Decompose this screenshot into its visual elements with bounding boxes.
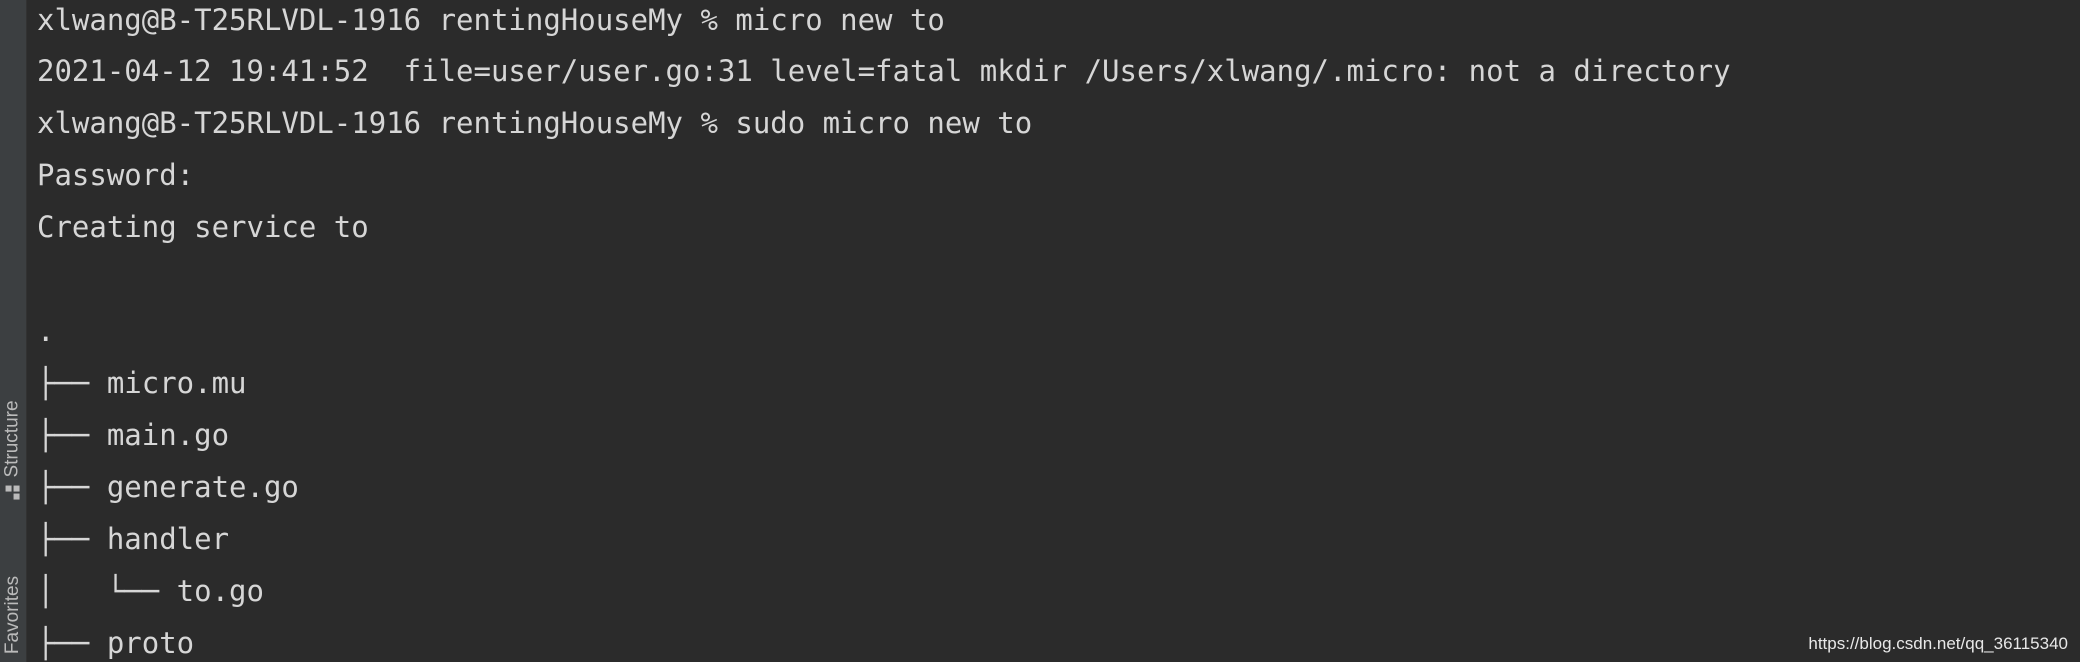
terminal-line: xlwang@B-T25RLVDL-1916 rentingHouseMy % … (37, 3, 945, 37)
terminal-line: ├── micro.mu (37, 366, 247, 400)
terminal-line: 2021-04-12 19:41:52 file=user/user.go:31… (37, 54, 1731, 88)
terminal-line: xlwang@B-T25RLVDL-1916 rentingHouseMy % … (37, 106, 1033, 140)
terminal-output[interactable]: xlwang@B-T25RLVDL-1916 rentingHouseMy % … (37, 0, 2080, 662)
ide-window: Structure Favorites xlwang@B-T25RLVDL-19… (0, 0, 2080, 662)
favorites-tab-content: Favorites (2, 576, 24, 654)
structure-tab-label: Structure (2, 400, 23, 478)
structure-tool-tab[interactable]: Structure (0, 380, 26, 520)
favorites-tab-label: Favorites (2, 575, 24, 655)
terminal-line: │ └── to.go (37, 574, 264, 608)
structure-tab-content: Structure (2, 400, 24, 500)
watermark-url: https://blog.csdn.net/qq_36115340 (1808, 634, 2068, 653)
terminal-line: ├── proto (37, 626, 195, 660)
terminal-line: Creating service to (37, 210, 369, 244)
tool-window-strip: Structure Favorites (0, 0, 27, 662)
terminal-line: ├── generate.go (37, 470, 299, 504)
favorites-tool-tab[interactable]: Favorites (0, 560, 26, 662)
terminal-line: ├── main.go (37, 418, 230, 452)
terminal-line: Password: (37, 158, 195, 192)
terminal-line: . (37, 314, 55, 348)
terminal-line: ├── handler (37, 522, 230, 556)
structure-icon (6, 485, 20, 500)
